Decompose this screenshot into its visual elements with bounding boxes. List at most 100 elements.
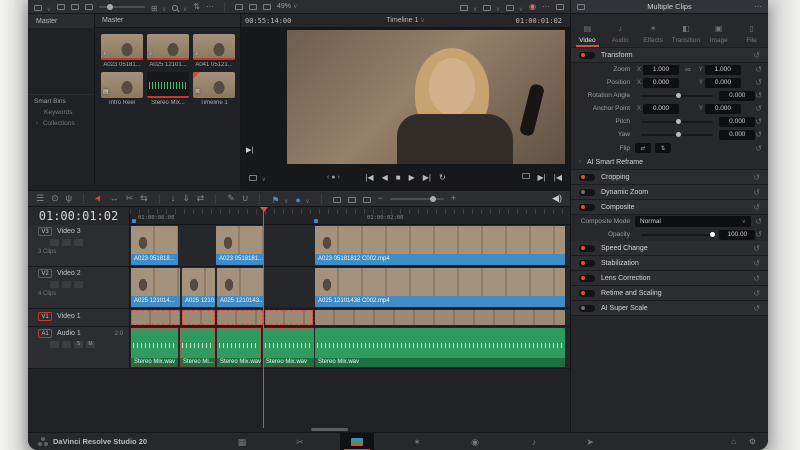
page-edit[interactable] <box>340 433 374 450</box>
slider-knob[interactable] <box>106 3 113 10</box>
pitch-field[interactable]: 0.000 <box>719 116 756 127</box>
position-x-field[interactable]: 0.000 <box>643 77 680 88</box>
track-lane-v2[interactable]: A025 121014... A025 1210... A025 1210143… <box>130 267 570 308</box>
media-clip-card[interactable]: ≣ Timeline 1 <box>193 72 235 106</box>
lock-icon[interactable] <box>50 281 59 288</box>
marker-button[interactable]: ● ∨ <box>295 190 309 208</box>
viewer-mode-button[interactable]: ∨ <box>249 168 266 186</box>
overwrite-clip-button[interactable]: ⇓ <box>182 194 190 203</box>
reset-icon[interactable]: ↺ <box>753 188 760 197</box>
opacity-slider[interactable] <box>641 231 716 237</box>
section-dynamic-zoom[interactable]: Dynamic Zoom ↺ <box>571 185 768 200</box>
page-color[interactable]: ◉ <box>458 433 492 450</box>
audio-clip[interactable]: Stereo Mix.wav <box>217 328 261 367</box>
rotation-slider[interactable] <box>641 92 714 98</box>
timeline-options-icon[interactable]: ☰ <box>36 194 44 203</box>
timeline-clip[interactable] <box>131 310 180 325</box>
reset-icon[interactable]: ↺ <box>755 230 762 239</box>
retime-curve-icon[interactable]: ✎ <box>227 194 235 203</box>
more-options-icon[interactable]: ⋯ <box>206 2 214 11</box>
zoom-in-icon[interactable]: + <box>451 194 456 203</box>
thumbnail-size-slider[interactable] <box>98 3 145 10</box>
lens-correction-enable-toggle[interactable] <box>579 274 595 282</box>
goto-in-button[interactable]: ▶| <box>538 173 546 182</box>
transform-enable-toggle[interactable] <box>579 51 595 59</box>
zoom-x-field[interactable]: 1.000 <box>643 64 680 75</box>
track-lane-v1[interactable] <box>130 309 570 326</box>
yaw-slider[interactable] <box>641 131 714 137</box>
speed-change-enable-toggle[interactable] <box>579 244 595 252</box>
match-frame-icon[interactable] <box>521 172 530 179</box>
section-cropping[interactable]: Cropping ↺ <box>571 170 768 185</box>
section-retime-scaling[interactable]: Retime and Scaling ↺ <box>571 286 768 301</box>
trim-edit-mode-button[interactable]: ↔ <box>110 194 119 203</box>
clone-tool-icon[interactable] <box>56 3 65 10</box>
position-y-field[interactable]: 0.000 <box>705 77 742 88</box>
audio-clip[interactable]: Stereo Mi... <box>180 328 215 367</box>
media-clip-card[interactable]: ▤ Intro Reel <box>101 72 143 106</box>
detail-zoom-button[interactable] <box>347 190 356 208</box>
current-bin-tab[interactable]: Master <box>95 14 240 28</box>
track-header-v1[interactable]: V1 Video 1 <box>28 309 130 326</box>
media-clip-card[interactable]: ♪ A023 05181... <box>101 34 143 68</box>
lock-icon[interactable] <box>50 239 59 246</box>
settings-button[interactable]: ⚙ <box>749 433 756 450</box>
track-header-a1[interactable]: A1 Audio 1 2.0 SM <box>28 327 130 368</box>
inspector-toggle-icon[interactable] <box>556 3 564 10</box>
tab-transition[interactable]: ◧ Transition <box>669 17 702 47</box>
cloud-icon[interactable] <box>84 3 93 10</box>
audio-clip[interactable]: Stereo Mix.wav <box>131 328 178 367</box>
video-frame[interactable] <box>287 30 565 164</box>
reset-icon[interactable]: ↺ <box>753 304 760 313</box>
display-monitor-2-icon[interactable] <box>248 3 257 10</box>
auto-select-icon[interactable] <box>74 281 83 288</box>
viewer-zoom-select[interactable]: 49% ∨ <box>277 3 297 10</box>
view-eye-icon[interactable]: ⊙ <box>51 194 59 203</box>
zoom-y-field[interactable]: 1.000 <box>704 64 741 75</box>
dynamic-zoom-enable-toggle[interactable] <box>579 188 595 196</box>
reset-icon[interactable]: ↺ <box>753 274 760 283</box>
zoom-out-icon[interactable]: − <box>378 194 383 203</box>
tab-effects[interactable]: ✶ Effects <box>637 17 670 47</box>
composite-mode-dropdown[interactable]: Normal ∨ <box>635 216 751 227</box>
section-transform[interactable]: Transform ↺ <box>571 48 768 63</box>
timeline-marker[interactable] <box>314 219 318 223</box>
ai-super-scale-enable-toggle[interactable] <box>579 304 595 312</box>
media-clip-card[interactable]: ♪ A041 05121... <box>193 34 235 68</box>
reset-icon[interactable]: ↺ <box>755 65 762 74</box>
track-id-badge[interactable]: V1 <box>38 312 52 321</box>
timeline-ruler[interactable]: 01:00:00:00 01:00:02:00 <box>130 207 570 225</box>
mute-button[interactable]: M <box>86 341 95 348</box>
more-options-icon[interactable]: ⋯ <box>542 2 550 11</box>
page-fusion[interactable]: ✶ <box>400 433 434 450</box>
timeline-clip[interactable] <box>182 310 215 325</box>
flag-button[interactable]: ⚑ ∨ <box>271 190 288 208</box>
track-id-badge[interactable]: V2 <box>38 269 52 278</box>
timeline-clip[interactable]: A025 1210... <box>182 268 215 307</box>
reset-icon[interactable]: ↺ <box>755 144 762 153</box>
sidebar-item-collections[interactable]: › Collections <box>28 118 94 129</box>
enable-track-icon[interactable] <box>62 341 71 348</box>
reset-icon[interactable]: ↺ <box>755 217 762 226</box>
reset-icon[interactable]: ↺ <box>753 289 760 298</box>
timeline-clip[interactable]: A023 0518181... <box>216 226 263 265</box>
display-monitor-3-icon[interactable] <box>262 3 271 10</box>
audio-clip[interactable]: Stereo Mix.wav <box>315 328 565 367</box>
reset-icon[interactable]: ↺ <box>755 130 762 139</box>
project-home-button[interactable]: ⌂ <box>731 433 736 450</box>
opacity-field[interactable]: 100.00 <box>719 229 756 240</box>
enable-track-icon[interactable] <box>62 239 71 246</box>
media-import-icon[interactable] <box>70 3 79 10</box>
reset-icon[interactable]: ↺ <box>755 78 762 87</box>
track-lane-a1[interactable]: Stereo Mix.wav Stereo Mi... Stereo Mix.w… <box>130 327 570 368</box>
first-frame-button[interactable]: |◀ <box>365 173 373 182</box>
tab-audio[interactable]: ♪ Audio <box>604 17 637 47</box>
snapping-icon[interactable]: ∪ <box>242 194 249 203</box>
selection-mode-button[interactable]: ➤ <box>92 192 104 204</box>
enable-track-icon[interactable] <box>62 281 71 288</box>
anchor-x-field[interactable]: 0.000 <box>643 103 680 114</box>
play-button[interactable]: ▶ <box>409 173 415 182</box>
reset-icon[interactable]: ↺ <box>755 91 762 100</box>
page-deliver[interactable]: ➤ <box>573 433 607 450</box>
media-clip-card[interactable]: Stereo Mix... <box>147 72 189 106</box>
